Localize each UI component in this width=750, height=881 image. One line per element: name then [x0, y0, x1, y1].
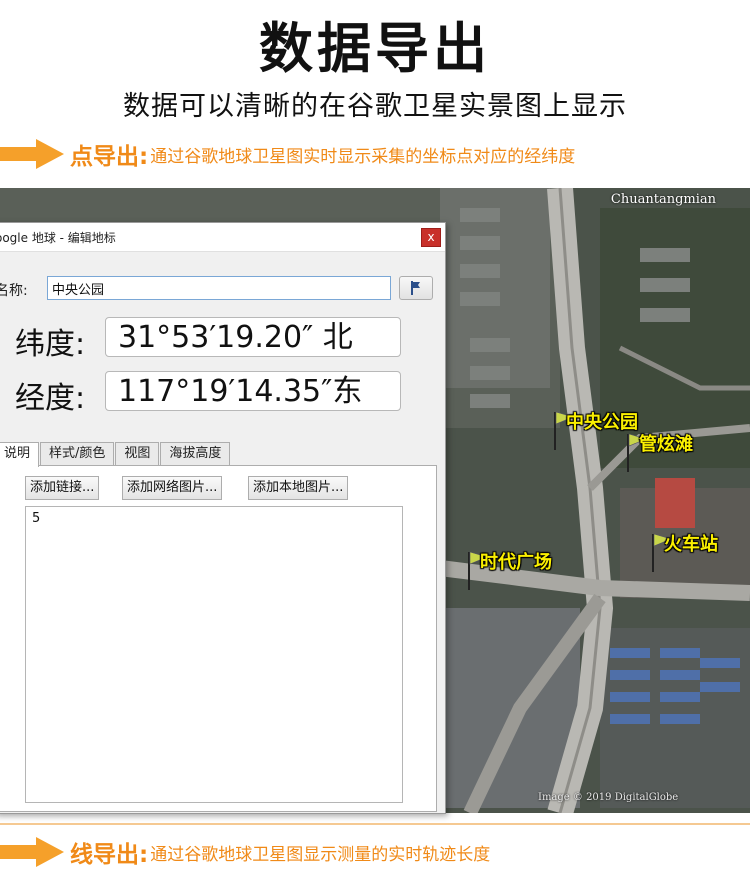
add-link-button[interactable]: 添加链接...: [25, 476, 100, 500]
dialog-title: oogle 地球 - 编辑地标: [0, 231, 116, 245]
latitude-label: 纬度:: [15, 327, 86, 362]
map-place-label: Chuantangmian: [610, 192, 716, 207]
line-export-banner: 线导出: 通过谷歌地球卫星图显示测量的实时轨迹长度: [0, 834, 750, 870]
description-textarea[interactable]: 5: [25, 506, 403, 803]
add-web-image-button[interactable]: 添加网络图片...: [122, 476, 223, 500]
section-divider: [0, 823, 750, 825]
line-export-lead: 线导出:: [70, 842, 149, 868]
placemark-guanxuantan[interactable]: 管炫滩: [625, 432, 693, 472]
tab-style-color[interactable]: 样式/颜色: [40, 442, 115, 465]
latitude-field[interactable]: 31°53′19.20″ 北: [105, 317, 401, 357]
page-subtitle: 数据可以清晰的在谷歌卫星实景图上显示: [123, 91, 627, 122]
point-export-desc: 通过谷歌地球卫星图实时显示采集的坐标点对应的经纬度: [150, 146, 576, 167]
close-button[interactable]: x: [421, 228, 441, 247]
arrow-right-icon: [0, 139, 64, 169]
edit-placemark-dialog: oogle 地球 - 编辑地标 x 名称: 纬度: 31°53′19.20″ 北…: [0, 222, 446, 814]
tab-view[interactable]: 视图: [115, 442, 160, 465]
arrow-right-icon: [0, 837, 64, 867]
placemark-times-square[interactable]: 时代广场: [466, 550, 552, 590]
placemark-label: 管炫滩: [639, 434, 693, 455]
dialog-tabs: 说明 样式/颜色 视图 海拔高度: [0, 442, 231, 467]
point-export-banner: 点导出: 通过谷歌地球卫星图实时显示采集的坐标点对应的经纬度: [0, 136, 750, 172]
dialog-titlebar[interactable]: oogle 地球 - 编辑地标 x: [0, 223, 445, 252]
placemark-train-station[interactable]: 火车站: [650, 532, 718, 572]
placemark-label: 时代广场: [480, 552, 552, 573]
point-export-lead: 点导出:: [70, 144, 149, 170]
placemark-icon-button[interactable]: [399, 276, 433, 300]
placemark-label: 中央公园: [566, 412, 638, 433]
add-local-image-button[interactable]: 添加本地图片...: [248, 476, 349, 500]
tab-altitude[interactable]: 海拔高度: [160, 442, 231, 465]
name-input[interactable]: [47, 276, 391, 300]
page-title: 数据导出: [259, 17, 491, 80]
longitude-field[interactable]: 117°19′14.35″东: [105, 371, 401, 411]
name-label: 名称:: [0, 283, 28, 299]
map-copyright: Image © 2019 DigitalGlobe: [538, 792, 679, 803]
pushpin-icon: [411, 281, 420, 295]
line-export-desc: 通过谷歌地球卫星图显示测量的实时轨迹长度: [150, 844, 491, 865]
tab-description[interactable]: 说明: [0, 442, 40, 467]
longitude-label: 经度:: [15, 381, 86, 416]
placemark-label: 火车站: [664, 534, 718, 555]
